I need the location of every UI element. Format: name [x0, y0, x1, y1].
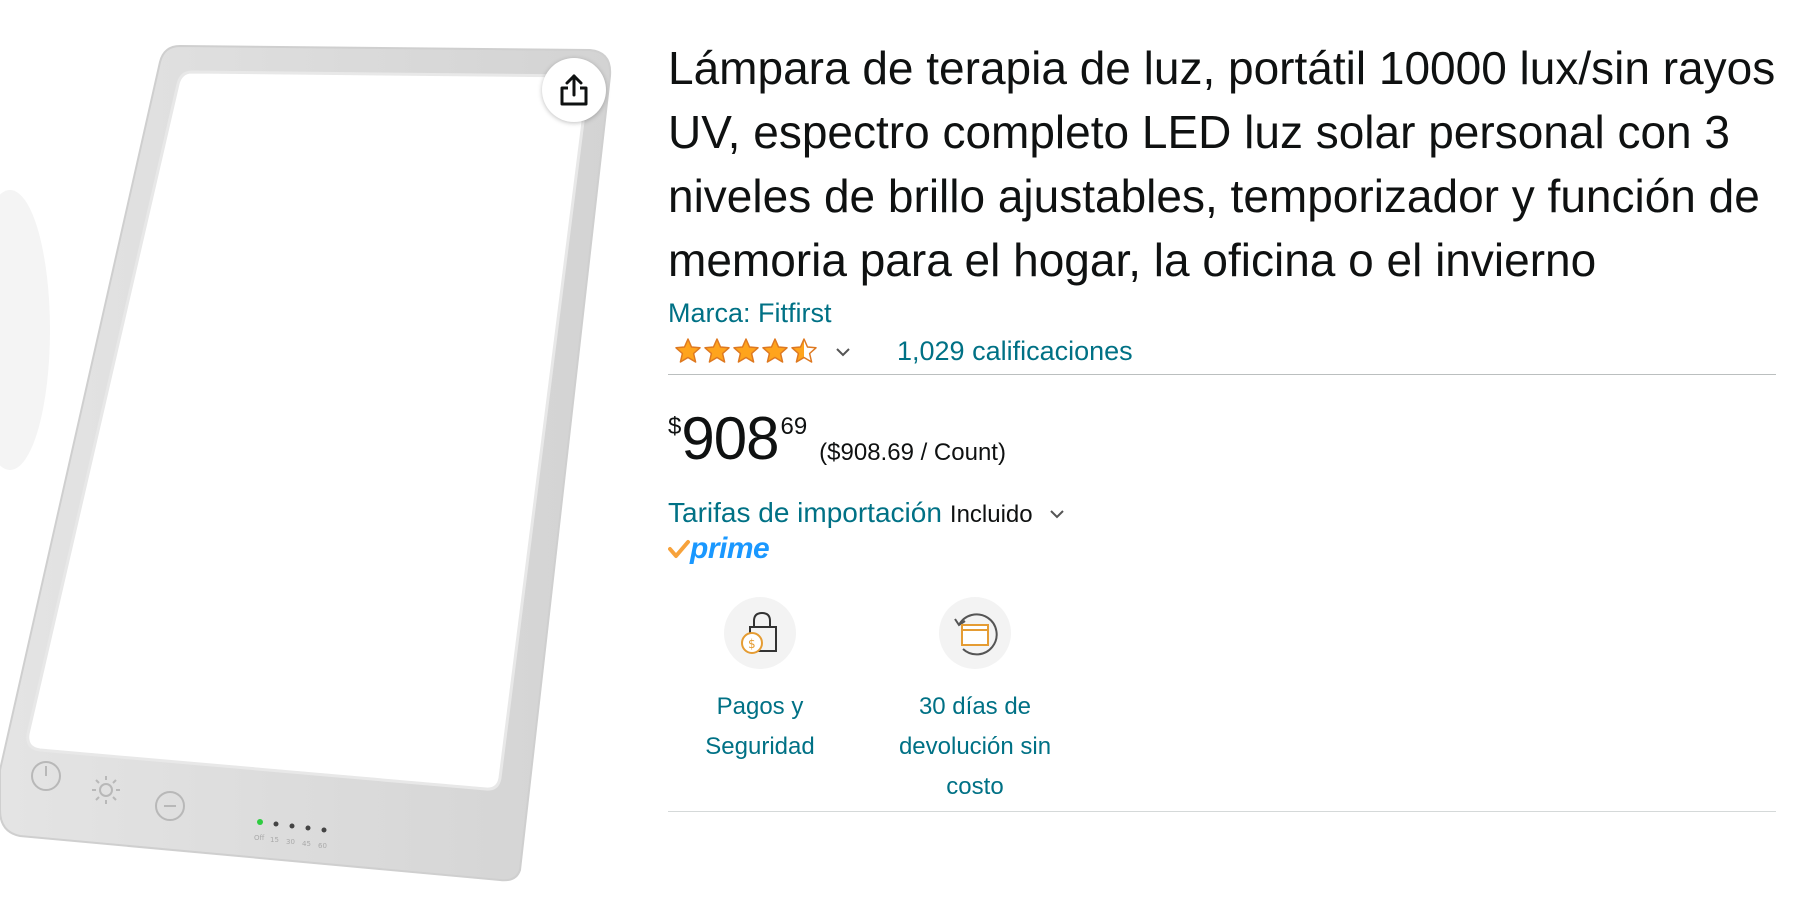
star-full-icon: [675, 338, 701, 363]
svg-text:30: 30: [286, 838, 295, 846]
feature-icons: $ Pagos y Seguridad 30 días de devolució…: [668, 597, 1780, 811]
svg-text:15: 15: [270, 836, 279, 844]
star-full-icon: [733, 338, 759, 363]
product-image-panel[interactable]: Off 15 30 45 60: [0, 0, 650, 918]
prime-badge: prime: [668, 531, 1780, 567]
unit-price: ($908.69 / Count): [819, 439, 1006, 466]
product-info: Lámpara de terapia de luz, portátil 1000…: [668, 36, 1780, 812]
feature-label: Pagos y: [716, 693, 804, 720]
prime-logo: prime: [690, 532, 770, 565]
import-fees-value: Incluido: [949, 501, 1033, 528]
star-full-icon: [762, 338, 788, 363]
share-button[interactable]: [542, 58, 606, 122]
product-title: Lámpara de terapia de luz, portátil 1000…: [668, 42, 1776, 286]
ratings-count-link[interactable]: 1,029 calificaciones: [897, 336, 1133, 367]
secure-payment-icon: $: [741, 611, 777, 654]
feature-label: 30 días de: [918, 693, 1032, 720]
svg-text:45: 45: [302, 840, 311, 848]
prime-check-icon: [668, 540, 690, 558]
svg-text:60: 60: [318, 842, 327, 850]
svg-text:$: $: [748, 637, 756, 651]
section-divider: [668, 811, 1776, 812]
feature-free-returns[interactable]: 30 días de devolución sin costo: [890, 597, 1060, 811]
star-half-icon: [791, 338, 817, 363]
price-fraction: 69: [780, 413, 808, 440]
svg-text:Off: Off: [254, 834, 265, 842]
import-fees-link[interactable]: Tarifas de importación: [668, 497, 942, 529]
price: $ 908 69 ($908.69 / Count): [668, 409, 1780, 473]
feature-label: costo: [946, 773, 1004, 800]
star-full-icon: [704, 338, 730, 363]
return-box-icon: [954, 613, 998, 656]
price-whole: 908: [681, 405, 779, 472]
star-rating[interactable]: [674, 337, 819, 365]
price-currency: $: [668, 413, 682, 440]
import-fees-row: Tarifas de importación Incluido: [668, 493, 1780, 533]
chevron-down-icon[interactable]: [1049, 509, 1065, 519]
product-image[interactable]: Off 15 30 45 60: [0, 0, 650, 918]
chevron-down-icon[interactable]: [835, 347, 851, 357]
feature-label: Seguridad: [705, 733, 815, 760]
feature-secure-payment[interactable]: $ Pagos y Seguridad: [700, 597, 820, 811]
share-icon: [560, 74, 588, 106]
rating-row: 1,029 calificaciones: [668, 330, 1776, 375]
brand-link[interactable]: Marca: Fitfirst: [668, 296, 1780, 330]
feature-label: devolución sin: [898, 733, 1052, 760]
